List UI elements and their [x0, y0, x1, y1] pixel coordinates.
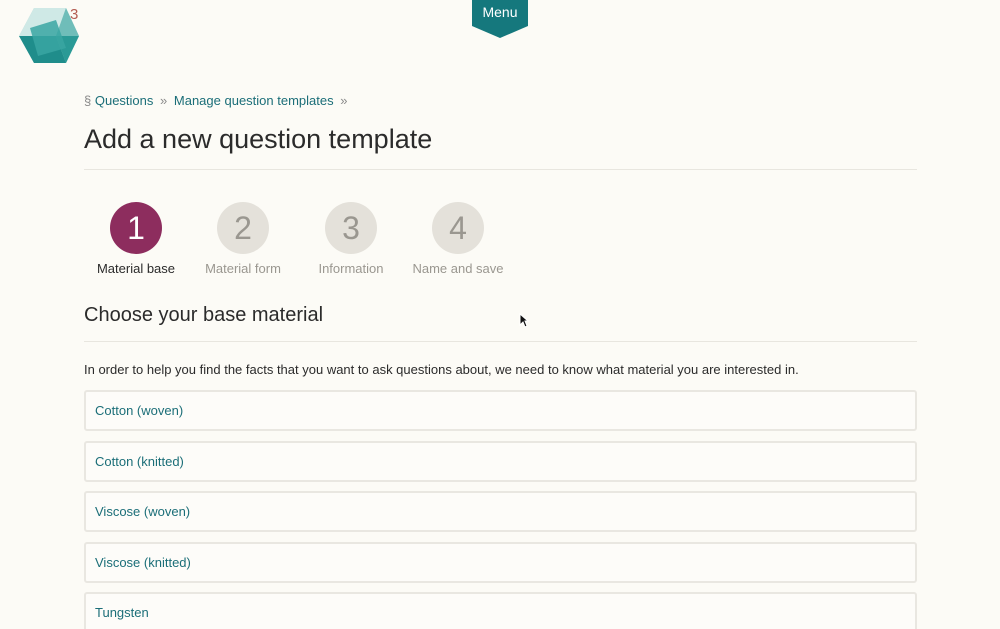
- wizard-steps: 1 Material base 2 Material form 3 Inform…: [84, 202, 917, 302]
- step-4[interactable]: 4 Name and save: [403, 202, 513, 276]
- intro-text: In order to help you find the facts that…: [84, 362, 799, 377]
- material-option[interactable]: Viscose (woven): [84, 491, 917, 532]
- step-label: Material base: [96, 261, 176, 276]
- step-label: Name and save: [412, 261, 504, 276]
- page-title: Add a new question template: [84, 124, 433, 154]
- breadcrumb: § Questions » Manage question templates …: [84, 93, 917, 111]
- step-number: 1: [110, 202, 162, 254]
- step-number: 2: [217, 202, 269, 254]
- step-label: Material form: [205, 261, 281, 276]
- material-option[interactable]: Cotton (knitted): [84, 440, 917, 482]
- step-number: 3: [325, 202, 377, 254]
- section-title: Choose your base material: [84, 304, 324, 326]
- menu-label: Menu: [482, 4, 518, 20]
- step-1[interactable]: 1 Material base: [81, 202, 191, 276]
- step-3[interactable]: 3 Information: [296, 202, 406, 276]
- mouse-pointer-icon: [519, 313, 529, 328]
- breadcrumb-prefix: §: [84, 93, 92, 108]
- step-2[interactable]: 2 Material form: [188, 202, 298, 276]
- breadcrumb-link-questions[interactable]: Questions: [95, 93, 154, 108]
- step-number: 4: [432, 202, 484, 254]
- main-content: § Questions » Manage question templates …: [84, 93, 917, 629]
- page: 3 Menu § Questions » Manage question tem…: [0, 0, 1000, 629]
- material-option[interactable]: Viscose (knitted): [84, 541, 917, 583]
- breadcrumb-separator: »: [160, 93, 168, 108]
- breadcrumb-link-manage-templates[interactable]: Manage question templates: [174, 93, 334, 108]
- breadcrumb-separator: »: [340, 93, 348, 108]
- title-divider: [84, 169, 917, 170]
- logo-badge: 3: [70, 6, 79, 23]
- step-label: Information: [318, 261, 384, 276]
- menu-button[interactable]: Menu: [472, 0, 528, 38]
- material-option[interactable]: Tungsten: [84, 592, 917, 629]
- material-list: Cotton (woven) Cotton (knitted) Viscose …: [84, 390, 917, 629]
- material-option[interactable]: Cotton (woven): [84, 390, 917, 431]
- section-divider: [84, 341, 917, 342]
